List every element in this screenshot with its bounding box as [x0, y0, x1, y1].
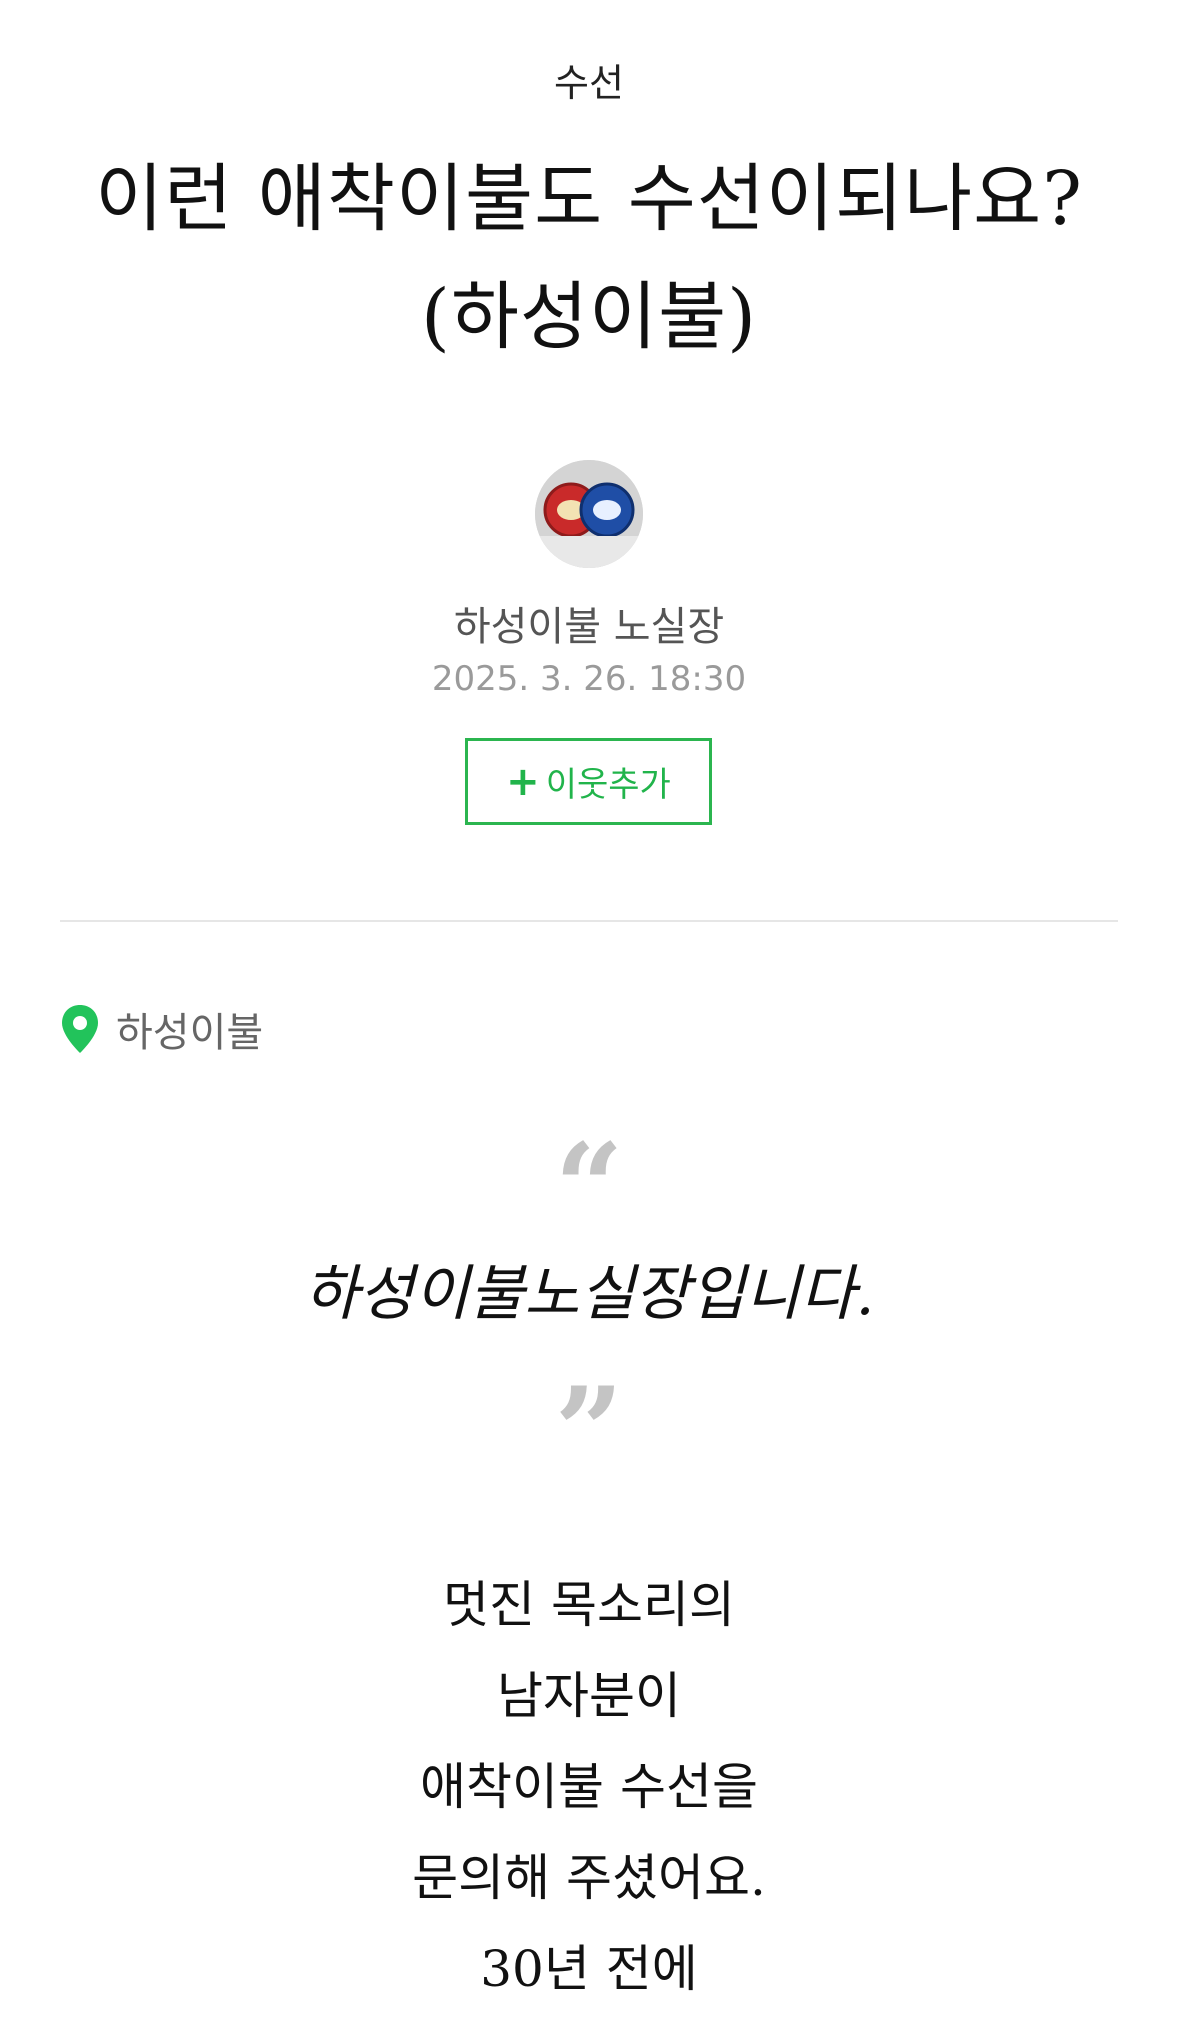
author-name[interactable]: 하성이불 노실장	[0, 594, 1178, 652]
add-neighbor-button[interactable]: + 이웃추가	[465, 738, 712, 825]
map-pin-icon	[62, 1005, 98, 1053]
post-title: 이런 애착이불도 수선이되나요? (하성이불)	[40, 140, 1138, 376]
body-line: 멋진 목소리의	[443, 1576, 735, 1634]
body-line: 문의해 주셨어요.	[412, 1849, 766, 1907]
body-line: 남자분이	[497, 1667, 681, 1725]
place-tag[interactable]: 하성이불	[60, 1000, 263, 1058]
header-divider	[60, 920, 1118, 922]
post-category[interactable]: 수선	[0, 52, 1178, 107]
body-line: 애착이불 수선을	[420, 1758, 758, 1816]
post-title-line-1: 이런 애착이불도 수선이되나요?	[95, 156, 1083, 242]
add-neighbor-label: 이웃추가	[545, 765, 671, 805]
post-body: 멋진 목소리의 남자분이 애착이불 수선을 문의해 주셨어요. 30년 전에	[0, 1560, 1178, 2015]
post-title-line-2: (하성이불)	[420, 274, 758, 360]
body-line: 30년 전에	[480, 1940, 698, 1998]
open-quote-icon: “	[554, 1117, 624, 1258]
quote-text: 하성이불노실장입니다.	[303, 1259, 875, 1329]
post-date: 2025. 3. 26. 18:30	[431, 659, 747, 699]
place-label: 하성이불	[116, 1010, 264, 1056]
plus-icon: +	[506, 758, 540, 805]
close-quote-icon: ”	[554, 1361, 624, 1502]
author-avatar[interactable]	[535, 460, 643, 568]
avatar-photo-icon	[535, 460, 643, 568]
